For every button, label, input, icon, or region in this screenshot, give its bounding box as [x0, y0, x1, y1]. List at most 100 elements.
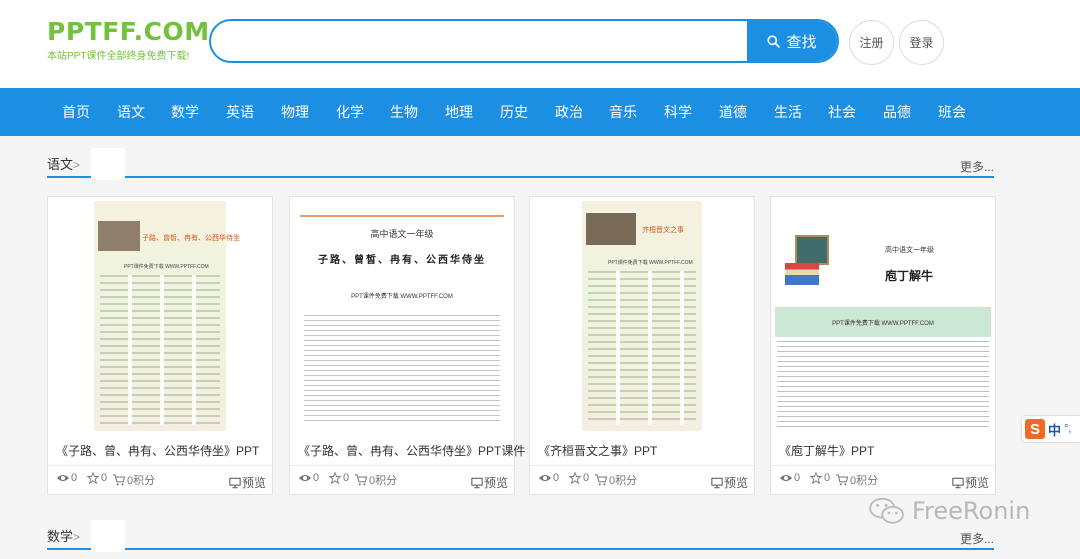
thumbnail-illustration: [98, 221, 140, 251]
sogou-logo-icon: S: [1025, 419, 1045, 439]
card-title[interactable]: 《子路、曾、冉有、公西华侍坐》PPT: [56, 442, 259, 459]
nav-item-geography[interactable]: 地理: [445, 88, 473, 136]
nav-item-math[interactable]: 数学: [171, 88, 199, 136]
search-button[interactable]: 查找: [747, 21, 837, 61]
card-title[interactable]: 《庖丁解牛》PPT: [779, 442, 874, 459]
ppt-thumbnail[interactable]: 高中语文一年级 子路、曾皙、冉有、公西华侍坐 PPT课件免费下载 WWW.PPT…: [290, 197, 514, 435]
ppt-card[interactable]: 子路、曾皙、冉有、公西华侍坐 PPT课件免费下载 WWW.PPTFF.COM 《…: [47, 196, 273, 495]
search-bar: 查找: [209, 19, 839, 63]
star-count[interactable]: 0: [86, 472, 107, 484]
card-footer: 0 0 0积分 预览: [771, 465, 995, 495]
points-cost: 0积分: [112, 472, 155, 488]
thumbnail-heading: 齐桓晋文之事: [642, 227, 684, 234]
card-footer: 0 0 0积分 预览: [48, 465, 272, 495]
ppt-card[interactable]: 高中语文一年级 子路、曾皙、冉有、公西华侍坐 PPT课件免费下载 WWW.PPT…: [289, 196, 525, 495]
nav-item-politics[interactable]: 政治: [555, 88, 583, 136]
view-count-value: 0: [313, 472, 320, 484]
preview-button[interactable]: 预览: [229, 474, 266, 491]
card-title[interactable]: 《子路、曾、冉有、公西华侍坐》PPT课件: [298, 442, 525, 459]
thumbnail-subtitle: PPT课件免费下载 WWW.PPTFF.COM: [832, 321, 934, 327]
card-footer: 0 0 0积分 预览: [530, 465, 754, 495]
nav-item-biology[interactable]: 生物: [390, 88, 418, 136]
star-icon: [809, 472, 823, 484]
points-value: 0积分: [369, 475, 398, 487]
eye-icon: [298, 474, 312, 482]
nav-item-home[interactable]: 首页: [62, 88, 90, 136]
search-icon: [767, 34, 781, 48]
main-nav: 首页 语文 数学 英语 物理 化学 生物 地理 历史 政治 音乐 科学 道德 生…: [0, 88, 1080, 136]
nav-item-morality[interactable]: 道德: [719, 88, 747, 136]
site-logo[interactable]: PPTFF.COM 本站PPT课件全部终身免费下载!: [47, 17, 210, 67]
view-count-value: 0: [794, 472, 801, 484]
nav-item-chinese[interactable]: 语文: [117, 88, 145, 136]
thumbnail-subtitle: PPT课件免费下载 WWW.PPTFF.COM: [608, 260, 693, 266]
ppt-thumbnail[interactable]: 高中语文一年级 庖丁解牛 PPT课件免费下载 WWW.PPTFF.COM: [771, 197, 995, 435]
section-title-text: 语文: [47, 157, 74, 172]
eye-icon: [56, 474, 70, 482]
eye-icon: [779, 474, 793, 482]
preview-button[interactable]: 预览: [952, 474, 989, 491]
chalkboard-icon: [795, 235, 829, 265]
star-count-value: 0: [101, 472, 108, 484]
eye-icon: [538, 474, 552, 482]
monitor-icon: [711, 477, 723, 488]
search-input[interactable]: [211, 21, 749, 61]
view-count: 0: [779, 472, 800, 484]
nav-item-class-meeting[interactable]: 班会: [938, 88, 966, 136]
view-count: 0: [538, 472, 559, 484]
login-button[interactable]: 登录: [899, 20, 944, 65]
ppt-card[interactable]: 齐桓晋文之事 PPT课件免费下载 WWW.PPTFF.COM 《齐桓晋文之事》P…: [529, 196, 755, 495]
section-header-chinese: 语文> 更多...: [47, 148, 994, 180]
more-link[interactable]: 更多...: [960, 530, 994, 547]
star-count[interactable]: 0: [328, 472, 349, 484]
nav-item-english[interactable]: 英语: [226, 88, 254, 136]
preview-label: 预览: [723, 476, 748, 490]
section-title[interactable]: 语文>: [47, 154, 80, 173]
preview-label: 预览: [964, 476, 989, 490]
watermark-text: FreeRonin: [912, 497, 1031, 525]
register-button[interactable]: 注册: [849, 20, 894, 65]
ppt-thumbnail[interactable]: 齐桓晋文之事 PPT课件免费下载 WWW.PPTFF.COM: [530, 197, 754, 435]
nav-item-society[interactable]: 社会: [828, 88, 856, 136]
nav-item-music[interactable]: 音乐: [609, 88, 637, 136]
nav-item-character[interactable]: 品德: [883, 88, 911, 136]
points-cost: 0积分: [594, 472, 637, 488]
more-link[interactable]: 更多...: [960, 158, 994, 175]
nav-item-life[interactable]: 生活: [774, 88, 802, 136]
cart-icon: [595, 474, 608, 486]
nav-item-science[interactable]: 科学: [664, 88, 692, 136]
ppt-thumbnail[interactable]: 子路、曾皙、冉有、公西华侍坐 PPT课件免费下载 WWW.PPTFF.COM: [48, 197, 272, 435]
section-header-math: 数学> 更多...: [47, 520, 994, 552]
monitor-icon: [952, 477, 964, 488]
thumbnail-heading: 子路、曾皙、冉有、公西华侍坐: [142, 235, 240, 242]
card-title[interactable]: 《齐桓晋文之事》PPT: [538, 442, 657, 459]
logo-tagline: 本站PPT课件全部终身免费下载!: [47, 51, 190, 62]
monitor-icon: [471, 477, 483, 488]
star-count-value: 0: [583, 472, 590, 484]
view-count-value: 0: [553, 472, 560, 484]
nav-item-chemistry[interactable]: 化学: [336, 88, 364, 136]
ime-toolbar[interactable]: S 中 °,: [1022, 416, 1080, 442]
ime-language[interactable]: 中: [1048, 420, 1061, 439]
star-count[interactable]: 0: [568, 472, 589, 484]
preview-button[interactable]: 预览: [471, 474, 508, 491]
ime-punctuation[interactable]: °,: [1064, 423, 1071, 435]
nav-item-physics[interactable]: 物理: [281, 88, 309, 136]
section-title[interactable]: 数学>: [47, 526, 80, 545]
points-cost: 0积分: [835, 472, 878, 488]
logo-text: PPTFF.COM: [47, 17, 210, 46]
thumbnail-grade: 高中语文一年级: [370, 229, 434, 239]
cart-icon: [836, 474, 849, 486]
preview-button[interactable]: 预览: [711, 474, 748, 491]
section-arrow: >: [73, 530, 81, 544]
nav-item-history[interactable]: 历史: [500, 88, 528, 136]
preview-label: 预览: [483, 476, 508, 490]
star-icon: [328, 472, 342, 484]
star-icon: [86, 472, 100, 484]
star-icon: [568, 472, 582, 484]
ppt-card[interactable]: 高中语文一年级 庖丁解牛 PPT课件免费下载 WWW.PPTFF.COM 《庖丁…: [770, 196, 996, 495]
view-count-value: 0: [71, 472, 78, 484]
star-count[interactable]: 0: [809, 472, 830, 484]
points-value: 0积分: [127, 475, 156, 487]
cart-icon: [355, 474, 368, 486]
